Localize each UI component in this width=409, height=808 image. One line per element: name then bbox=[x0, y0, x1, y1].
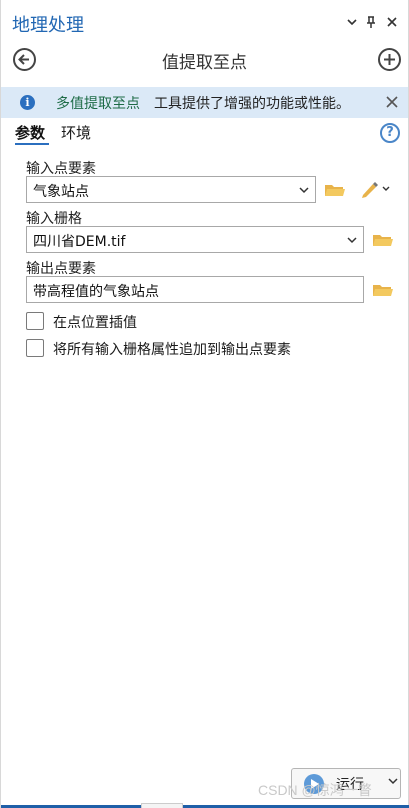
tool-nav: 值提取至点 bbox=[1, 44, 408, 76]
append-attributes-checkbox[interactable] bbox=[26, 339, 44, 357]
banner-message: 工具提供了增强的功能或性能。 bbox=[154, 96, 350, 112]
watermark: CSDN @惊鸿一瞥 bbox=[258, 782, 372, 798]
browse-folder-icon[interactable] bbox=[373, 283, 393, 297]
geoprocessing-pane: 地理处理 值提取至点 i 多值提取至点 工具提供了增强的功能或性能。 参数 环境… bbox=[0, 0, 409, 808]
input-raster-dropdown[interactable]: 四川省DEM.tif bbox=[26, 226, 364, 253]
input-raster-label: 输入栅格 bbox=[26, 211, 82, 227]
input-points-value: 气象站点 bbox=[33, 184, 89, 200]
input-raster-value: 四川省DEM.tif bbox=[33, 234, 126, 250]
output-points-value: 带高程值的气象站点 bbox=[33, 284, 159, 300]
output-points-label: 输出点要素 bbox=[26, 261, 96, 277]
chevron-down-icon bbox=[299, 181, 309, 197]
close-icon[interactable] bbox=[384, 14, 400, 30]
active-tab-indicator bbox=[15, 143, 49, 145]
help-icon[interactable]: ? bbox=[380, 123, 400, 143]
browse-folder-icon[interactable] bbox=[325, 183, 345, 197]
tool-title: 值提取至点 bbox=[162, 53, 247, 73]
chevron-down-icon bbox=[347, 231, 357, 247]
edit-pencil-icon[interactable] bbox=[360, 180, 390, 198]
pane-title: 地理处理 bbox=[12, 15, 84, 36]
input-points-label: 输入点要素 bbox=[26, 161, 96, 177]
output-points-input[interactable]: 带高程值的气象站点 bbox=[26, 276, 364, 303]
pin-icon[interactable] bbox=[363, 14, 379, 30]
banner-close-icon[interactable] bbox=[386, 91, 398, 113]
interpolate-label: 在点位置插值 bbox=[53, 315, 137, 331]
banner-tool-link[interactable]: 多值提取至点 bbox=[56, 93, 140, 113]
add-tool-button[interactable] bbox=[378, 48, 401, 71]
pane-menu-chevron-down-icon[interactable] bbox=[344, 14, 360, 30]
tab-parameters[interactable]: 参数 bbox=[15, 122, 45, 143]
info-banner: i 多值提取至点 工具提供了增强的功能或性能。 bbox=[1, 87, 408, 118]
tab-environments[interactable]: 环境 bbox=[61, 122, 91, 143]
interpolate-checkbox[interactable] bbox=[26, 312, 44, 330]
info-icon: i bbox=[20, 95, 35, 110]
add-circle-icon bbox=[384, 54, 395, 65]
append-attributes-label: 将所有输入栅格属性追加到输出点要素 bbox=[53, 342, 291, 358]
bottom-tab bbox=[141, 803, 183, 808]
pane-titlebar: 地理处理 bbox=[1, 0, 408, 44]
browse-folder-icon[interactable] bbox=[373, 233, 393, 247]
input-points-dropdown[interactable]: 气象站点 bbox=[26, 176, 316, 203]
run-options-chevron-down-icon[interactable] bbox=[388, 775, 398, 788]
